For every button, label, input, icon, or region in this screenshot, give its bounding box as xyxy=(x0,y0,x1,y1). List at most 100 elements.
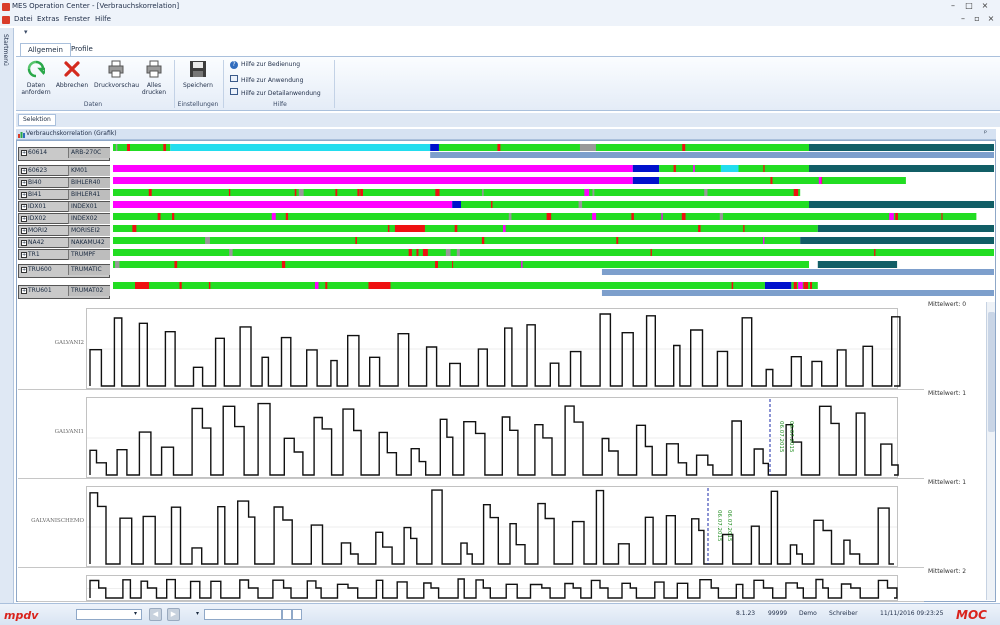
minimize-button[interactable]: – xyxy=(946,1,960,12)
menu-hilfe[interactable]: Hilfe xyxy=(95,15,111,23)
gantt-event[interactable] xyxy=(174,261,178,268)
gantt-event[interactable] xyxy=(408,249,412,256)
expand-icon[interactable]: + xyxy=(21,287,27,294)
gantt-event[interactable] xyxy=(698,225,701,232)
gantt-event[interactable] xyxy=(508,213,512,220)
gantt-event[interactable] xyxy=(546,213,552,220)
gantt-segment[interactable] xyxy=(738,165,809,172)
gantt-event[interactable] xyxy=(435,261,438,268)
hilfe-bedienung-link[interactable]: ? Hilfe zur Bedienung xyxy=(230,61,300,69)
gantt-event[interactable] xyxy=(941,213,943,220)
gantt-segment[interactable] xyxy=(632,177,660,184)
gantt-row-label[interactable]: + IDX01 INDEX01 xyxy=(18,201,110,212)
gantt-event[interactable] xyxy=(357,189,360,196)
gantt-event[interactable] xyxy=(719,213,723,220)
gantt-event[interactable] xyxy=(115,144,118,151)
gantt-event[interactable] xyxy=(228,189,231,196)
gantt-segment[interactable] xyxy=(659,177,906,184)
pin-icon[interactable]: ᵖ xyxy=(984,129,987,137)
menu-fenster[interactable]: Fenster xyxy=(64,15,90,23)
gantt-event[interactable] xyxy=(435,189,440,196)
gantt-segment[interactable] xyxy=(430,152,994,158)
gantt-event[interactable] xyxy=(325,282,328,289)
gantt-segment[interactable] xyxy=(430,144,439,151)
gantt-event[interactable] xyxy=(229,249,233,256)
gantt-row-label[interactable]: + BI40 BIHLER40 xyxy=(18,177,110,188)
gantt-event[interactable] xyxy=(681,213,686,220)
gantt-event[interactable] xyxy=(281,261,286,268)
expand-icon[interactable]: + xyxy=(21,179,27,186)
alles-drucken-button[interactable]: Alles drucken xyxy=(134,60,174,100)
gantt-event[interactable] xyxy=(481,237,485,244)
gantt-event[interactable] xyxy=(763,237,765,244)
expand-icon[interactable]: + xyxy=(21,239,27,246)
dropdown-arrow-icon[interactable]: ▾ xyxy=(196,610,199,617)
gantt-event[interactable] xyxy=(445,249,451,256)
gantt-row-label[interactable]: +60614 ARB-270C xyxy=(18,147,110,161)
combo-dropdown[interactable] xyxy=(292,609,302,620)
combo-button[interactable] xyxy=(282,609,292,620)
dropdown-arrow-icon[interactable]: ▾ xyxy=(134,610,137,617)
maximize-button[interactable]: □ xyxy=(962,1,976,12)
gantt-event[interactable] xyxy=(578,201,583,208)
gantt-event[interactable] xyxy=(335,189,338,196)
daten-anfordern-button[interactable]: Daten anfordern xyxy=(16,60,56,100)
gantt-event[interactable] xyxy=(793,189,799,196)
gantt-event[interactable] xyxy=(115,261,120,268)
gantt-event[interactable] xyxy=(271,213,276,220)
gantt-segment[interactable] xyxy=(113,282,765,289)
gantt-event[interactable] xyxy=(650,249,652,256)
gantt-event[interactable] xyxy=(135,282,150,289)
gantt-event[interactable] xyxy=(456,249,460,256)
gantt-row-label[interactable]: + MORI2 MORISEI2 xyxy=(18,225,110,236)
gantt-segment[interactable] xyxy=(113,213,977,220)
expand-icon[interactable]: + xyxy=(21,266,27,273)
gantt-segment[interactable] xyxy=(808,165,994,172)
gantt-segment[interactable] xyxy=(113,225,818,232)
gantt-event[interactable] xyxy=(157,213,161,220)
gantt-event[interactable] xyxy=(579,144,596,151)
gantt-segment[interactable] xyxy=(452,201,461,208)
mdi-restore-button[interactable]: ▫ xyxy=(970,14,984,25)
gantt-event[interactable] xyxy=(416,249,419,256)
gantt-segment[interactable] xyxy=(659,165,721,172)
gantt-event[interactable] xyxy=(482,189,484,196)
gantt-event[interactable] xyxy=(452,261,454,268)
combo-input-2[interactable] xyxy=(204,609,282,620)
gantt-event[interactable] xyxy=(818,177,822,184)
speichern-button[interactable]: Speichern xyxy=(178,60,218,100)
gantt-segment[interactable] xyxy=(113,177,633,184)
gantt-event[interactable] xyxy=(682,144,686,151)
gantt-event[interactable] xyxy=(126,144,130,151)
gantt-event[interactable] xyxy=(889,213,894,220)
gantt-segment[interactable] xyxy=(601,269,994,275)
gantt-event[interactable] xyxy=(298,189,304,196)
gantt-event[interactable] xyxy=(148,189,152,196)
expand-icon[interactable]: + xyxy=(21,203,27,210)
hilfe-anwendung-link[interactable]: Hilfe zur Anwendung xyxy=(230,75,303,84)
gantt-event[interactable] xyxy=(800,282,803,289)
gantt-segment[interactable] xyxy=(808,201,994,208)
hilfe-detailanwendung-link[interactable]: Hilfe zur Detailanwendung xyxy=(230,88,321,97)
gantt-row-label[interactable]: + BI41 BIHLER41 xyxy=(18,189,110,200)
gantt-event[interactable] xyxy=(874,249,876,256)
gantt-segment[interactable] xyxy=(113,165,633,172)
gantt-event[interactable] xyxy=(704,189,708,196)
gantt-segment[interactable] xyxy=(800,237,994,244)
gantt-segment[interactable] xyxy=(113,144,171,151)
gantt-event[interactable] xyxy=(810,282,813,289)
start-menu-strip[interactable]: Startmenü xyxy=(0,28,14,603)
gantt-row-label[interactable]: + TRU600 TRUMATIC xyxy=(18,264,110,278)
gantt-event[interactable] xyxy=(360,189,364,196)
selektion-button[interactable]: Selektion xyxy=(18,114,56,126)
gantt-row-label[interactable]: + IDX02 INDEX02 xyxy=(18,213,110,224)
gantt-event[interactable] xyxy=(314,282,319,289)
gantt-event[interactable] xyxy=(355,237,357,244)
gantt-event[interactable] xyxy=(285,213,289,220)
gantt-event[interactable] xyxy=(895,213,898,220)
gantt-segment[interactable] xyxy=(113,201,453,208)
combo-input-1[interactable] xyxy=(76,609,142,620)
gantt-event[interactable] xyxy=(743,225,745,232)
gantt-event[interactable] xyxy=(616,237,619,244)
menu-datei[interactable]: Datei xyxy=(14,15,33,23)
